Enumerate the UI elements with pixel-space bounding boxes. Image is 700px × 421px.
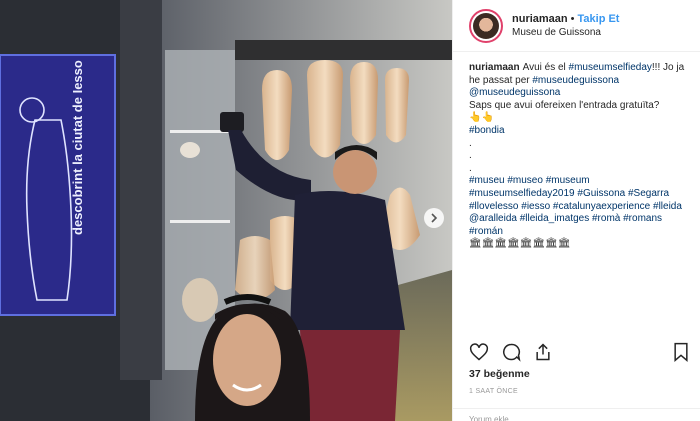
instagram-post: descobrint la ciutat de Iesso nuriamaan …: [0, 0, 700, 421]
post-sidebar: nuriamaan • Takip Et Museu de Guissona nur…: [452, 0, 700, 421]
location-link[interactable]: Museu de Guissona: [512, 26, 619, 40]
caption-dot: .: [469, 150, 472, 162]
heart-icon[interactable]: [469, 342, 489, 362]
post-header: nuriamaan • Takip Et Museu de Guissona: [453, 0, 700, 52]
banner-text: descobrint la ciutat de Iesso: [70, 60, 85, 235]
separator: •: [570, 12, 575, 25]
caption-dot: .: [469, 137, 472, 149]
hashtag-link[interactable]: #museumselfieday: [569, 62, 652, 73]
caption-text: Avui és el: [522, 62, 569, 73]
comment-input[interactable]: Yorum ekle...: [453, 408, 700, 421]
chevron-right-icon: [431, 213, 438, 223]
bookmark-icon[interactable]: [671, 342, 691, 362]
caption-username[interactable]: nuriamaan: [469, 62, 520, 73]
emoji-row: 🏛🏛🏛🏛🏛🏛🏛🏛: [469, 238, 571, 250]
share-icon[interactable]: [533, 342, 553, 362]
username-link[interactable]: nuriamaan: [512, 13, 568, 25]
post-photo[interactable]: descobrint la ciutat de Iesso: [0, 0, 452, 421]
hashtag-block[interactable]: #museu #museo #museum #museumselfieday20…: [469, 175, 686, 238]
avatar[interactable]: [469, 8, 503, 43]
caption-dot: .: [469, 162, 472, 174]
caption: nuriamaan Avui és el #museumselfieday!!! …: [453, 52, 700, 336]
comment-icon[interactable]: [501, 342, 521, 362]
emoji-row: 👆👆: [469, 112, 494, 124]
hashtag-link[interactable]: #museudeguissona: [532, 75, 619, 86]
follow-button[interactable]: Takip Et: [578, 13, 620, 25]
next-photo-button[interactable]: [424, 208, 444, 228]
post-timestamp[interactable]: 1 SAAT ÖNCE: [469, 388, 518, 395]
caption-text: Saps que avui ofereixen l'entrada gratuï…: [469, 99, 660, 111]
mention-link[interactable]: @museudeguissona: [469, 87, 560, 98]
hashtag-link[interactable]: #bondia: [469, 125, 505, 136]
action-bar: [469, 342, 691, 362]
like-count[interactable]: 37 beğenme: [469, 368, 530, 380]
museum-selfie-image: descobrint la ciutat de Iesso: [0, 0, 452, 421]
